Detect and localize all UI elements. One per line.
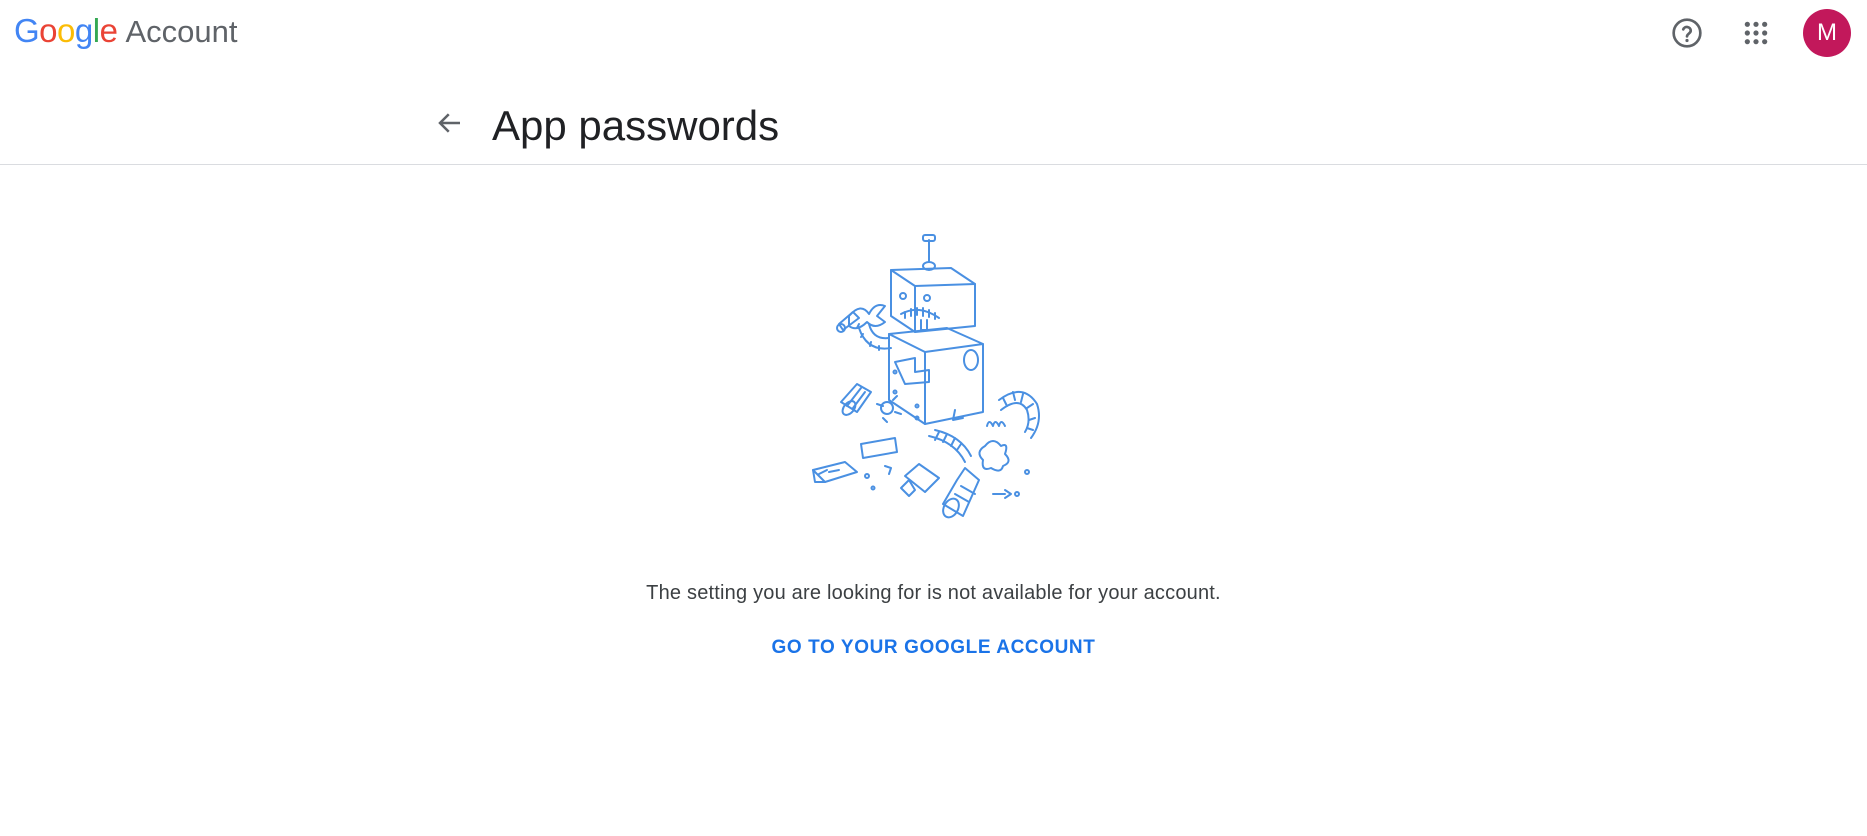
go-to-account-link[interactable]: GO TO YOUR GOOGLE ACCOUNT [772, 637, 1096, 658]
account-avatar[interactable]: M [1803, 9, 1851, 57]
back-button[interactable] [426, 99, 474, 147]
broken-robot-illustration [812, 234, 1040, 519]
google-account-logo[interactable]: Google Account [14, 12, 237, 50]
apps-button[interactable] [1732, 9, 1780, 57]
error-message: The setting you are looking for is not a… [646, 582, 1221, 604]
arrow-back-icon [438, 113, 460, 133]
page-title: App passwords [492, 102, 780, 149]
help-icon [1672, 18, 1702, 48]
avatar-initial: M [1817, 19, 1837, 46]
apps-grid-icon [1744, 21, 1768, 45]
product-name: Account [125, 14, 238, 49]
google-wordmark: Google [14, 12, 118, 49]
top-bar: Google Account M [0, 0, 1867, 66]
page-header: App passwords [0, 66, 1867, 165]
cta-wrapper: GO TO YOUR GOOGLE ACCOUNT [0, 637, 1867, 659]
help-button[interactable] [1663, 9, 1711, 57]
